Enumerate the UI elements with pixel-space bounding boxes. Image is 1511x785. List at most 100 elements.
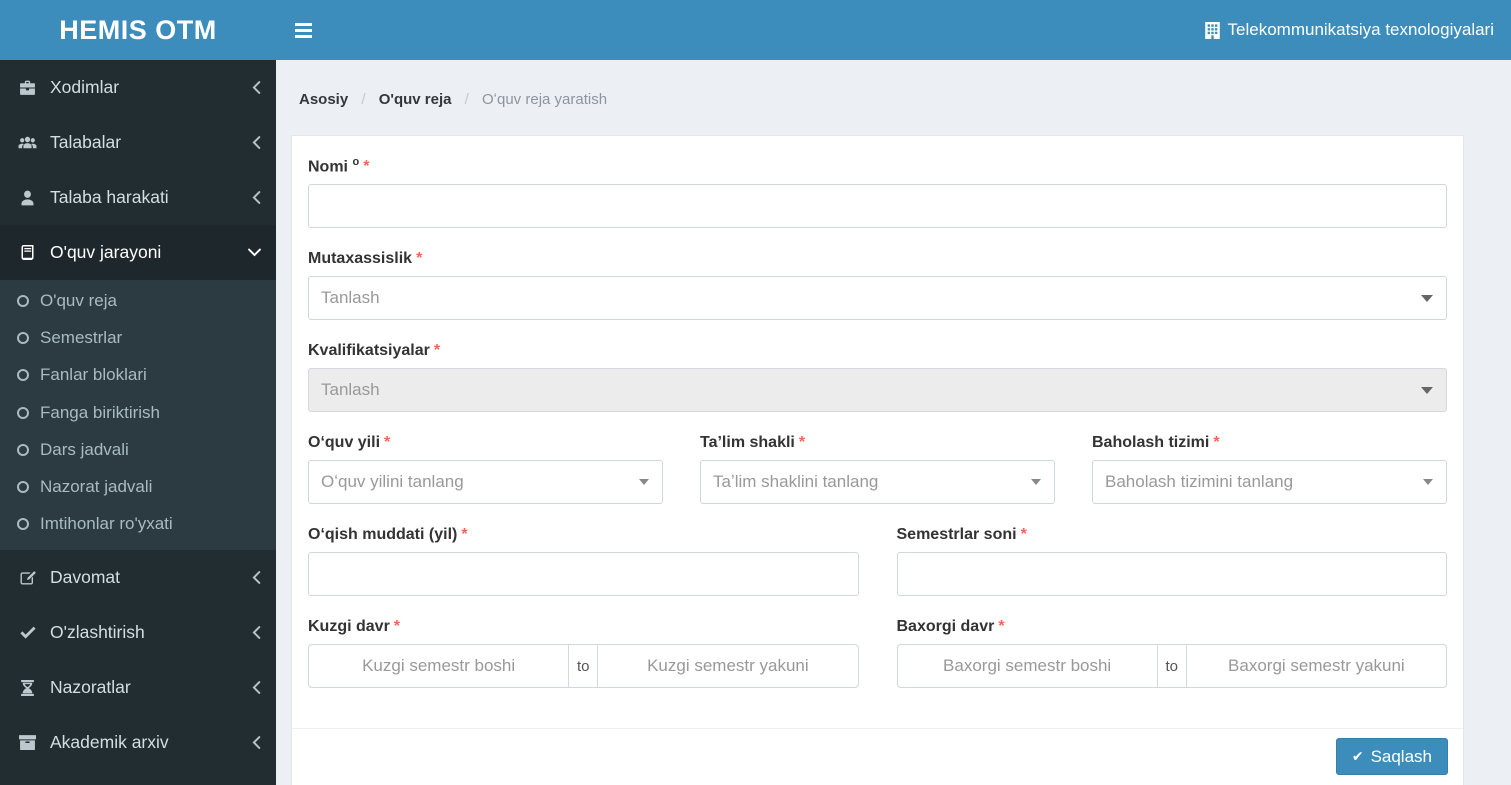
- sidebar-subitem-nazorat-jadvali[interactable]: Nazorat jadvali: [0, 468, 276, 505]
- select-placeholder: Tanlash: [321, 380, 380, 400]
- sidebar-subitem-fanlar-bloklari[interactable]: Fanlar bloklari: [0, 357, 276, 394]
- kuzgi-davr-start-input[interactable]: [309, 645, 569, 688]
- university-name: Telekommunikatsiya texnologiyalari: [1227, 20, 1494, 39]
- save-button[interactable]: ✔ Saqlash: [1335, 738, 1448, 775]
- sidebar-item-partial: [0, 770, 276, 785]
- kvalifikatsiyalar-select: Tanlash: [308, 368, 1447, 413]
- oqish-muddati-input[interactable]: [308, 552, 859, 597]
- required-asterisk: *: [363, 158, 370, 176]
- sidebar-subitem-fanga-biriktirish[interactable]: Fanga biriktirish: [0, 394, 276, 431]
- user-icon: [14, 190, 41, 206]
- chevron-down-icon: [248, 248, 261, 257]
- breadcrumb-link-asosiy[interactable]: Asosiy: [299, 91, 348, 108]
- chevron-left-icon: [252, 81, 261, 94]
- check-icon: ✔: [1351, 748, 1364, 764]
- field-semestrlar-soni: Semestrlar soni *: [896, 526, 1447, 597]
- sidebar-item-label: O'quv jarayoni: [50, 242, 162, 262]
- circle-icon: [17, 443, 29, 456]
- select-placeholder: Baholash tizimini tanlang: [1105, 472, 1294, 492]
- talim-shakli-select[interactable]: Taʼlim shaklini tanlang: [700, 460, 1055, 505]
- mutaxassislik-label: Mutaxassislik *: [308, 250, 423, 268]
- required-asterisk: *: [461, 526, 468, 544]
- talim-shakli-label: Taʼlim shakli *: [700, 434, 806, 452]
- kuzgi-davr-end-input[interactable]: [598, 645, 858, 688]
- breadcrumb-separator: /: [361, 91, 366, 108]
- oquv-yili-label: Oʻquv yili *: [308, 434, 391, 452]
- oquv-yili-select[interactable]: Oʻquv yilini tanlang: [308, 460, 663, 505]
- subitem-label: O'quv reja: [40, 290, 117, 310]
- check-icon: [14, 626, 41, 639]
- breadcrumb-current: Oʻquv reja yaratish: [482, 91, 608, 108]
- brand-title: HEMIS OTM: [59, 14, 217, 45]
- subitem-label: Fanga biriktirish: [40, 402, 160, 422]
- sidebar-item-akademik-arxiv[interactable]: Akademik arxiv: [0, 715, 276, 770]
- subitem-label: Nazorat jadvali: [40, 477, 153, 497]
- brand-logo[interactable]: HEMIS OTM: [0, 0, 276, 60]
- sidebar-item-label: O'zlashtirish: [50, 622, 145, 643]
- breadcrumb-link-oquv-reja[interactable]: O'quv reja: [379, 91, 452, 108]
- field-talim-shakli: Taʼlim shakli * Taʼlim shaklini tanlang: [700, 434, 1055, 505]
- semestrlar-soni-input[interactable]: [896, 552, 1447, 597]
- sidebar-subitem-oquv-reja[interactable]: O'quv reja: [0, 282, 276, 319]
- sidebar-item-talabalar[interactable]: Talabalar: [0, 115, 276, 170]
- required-asterisk: *: [393, 618, 401, 636]
- kvalifikatsiyalar-label: Kvalifikatsiyalar *: [308, 342, 441, 360]
- subitem-label: Imtihonlar ro'yxati: [40, 514, 173, 534]
- sidebar-item-davomat[interactable]: Davomat: [0, 550, 276, 605]
- sidebar: Xodimlar Talabalar Talaba harakati O'quv…: [0, 60, 276, 785]
- circle-icon: [17, 294, 29, 307]
- caret-down-icon: [1423, 479, 1433, 486]
- required-asterisk: *: [384, 434, 391, 452]
- sidebar-item-label: Davomat: [50, 567, 121, 588]
- field-baholash-tizimi: Baholash tizimi * Baholash tizimini tanla…: [1092, 434, 1447, 505]
- kuzgi-davr-label: Kuzgi davr *: [308, 618, 401, 636]
- hamburger-icon[interactable]: [295, 22, 312, 38]
- caret-down-icon: [1421, 295, 1433, 303]
- sidebar-item-nazoratlar[interactable]: Nazoratlar: [0, 660, 276, 715]
- book-icon: [14, 244, 41, 261]
- breadcrumb: Asosiy / O'quv reja / Oʻquv reja yaratis…: [299, 91, 607, 108]
- create-curriculum-panel: Nomi o * Mutaxassislik * Tanlash Kvalifi…: [291, 135, 1464, 785]
- required-asterisk: *: [998, 618, 1005, 636]
- sidebar-item-ozlashtirish[interactable]: O'zlashtirish: [0, 605, 276, 660]
- kuzgi-davr-range: to: [308, 644, 859, 689]
- field-kvalifikatsiyalar: Kvalifikatsiyalar * Tanlash: [308, 342, 1447, 413]
- sidebar-item-talaba-harakati[interactable]: Talaba harakati: [0, 170, 276, 225]
- circle-icon: [17, 369, 29, 382]
- circle-icon: [17, 518, 29, 531]
- caret-down-icon: [1421, 387, 1433, 395]
- users-icon: [14, 135, 41, 150]
- semestrlar-soni-label: Semestrlar soni *: [896, 526, 1027, 544]
- navbar: Telekommunikatsiya texnologiyalari: [276, 0, 1511, 60]
- building-icon: [1204, 21, 1220, 39]
- chevron-left-icon: [252, 681, 261, 694]
- baholash-tizimi-select[interactable]: Baholash tizimini tanlang: [1092, 460, 1447, 505]
- circle-icon: [17, 331, 29, 344]
- sidebar-subitem-dars-jadvali[interactable]: Dars jadvali: [0, 431, 276, 468]
- mutaxassislik-select[interactable]: Tanlash: [308, 276, 1447, 321]
- archive-icon: [14, 735, 41, 751]
- sidebar-item-xodimlar[interactable]: Xodimlar: [0, 60, 276, 115]
- select-placeholder: Oʻquv yilini tanlang: [321, 472, 464, 492]
- circle-icon: [17, 481, 29, 494]
- select-placeholder: Taʼlim shaklini tanlang: [713, 472, 879, 492]
- sidebar-item-label: Akademik arxiv: [50, 732, 169, 753]
- edit-icon: [14, 570, 41, 586]
- university-menu[interactable]: Telekommunikatsiya texnologiyalari: [1204, 20, 1494, 40]
- breadcrumb-separator: /: [464, 91, 469, 108]
- sidebar-item-oquv-jarayoni[interactable]: O'quv jarayoni: [0, 225, 276, 280]
- required-asterisk: *: [416, 250, 423, 268]
- chevron-left-icon: [252, 136, 261, 149]
- baxorgi-davr-start-input[interactable]: [897, 645, 1157, 688]
- required-asterisk: *: [798, 434, 806, 452]
- oqish-muddati-label: Oʻqish muddati (yil) *: [308, 526, 468, 544]
- sidebar-subitem-imtihonlar-royxati[interactable]: Imtihonlar ro'yxati: [0, 506, 276, 543]
- baxorgi-davr-label: Baxorgi davr *: [896, 618, 1005, 636]
- submenu-oquv-jarayoni: O'quv reja Semestrlar Fanlar bloklari Fa…: [0, 280, 276, 551]
- baxorgi-davr-end-input[interactable]: [1186, 645, 1446, 688]
- panel-footer: ✔ Saqlash: [292, 728, 1463, 785]
- nomi-input[interactable]: [308, 184, 1447, 229]
- range-separator: to: [568, 645, 599, 688]
- sidebar-subitem-semestrlar[interactable]: Semestrlar: [0, 319, 276, 356]
- caret-down-icon: [1031, 479, 1041, 486]
